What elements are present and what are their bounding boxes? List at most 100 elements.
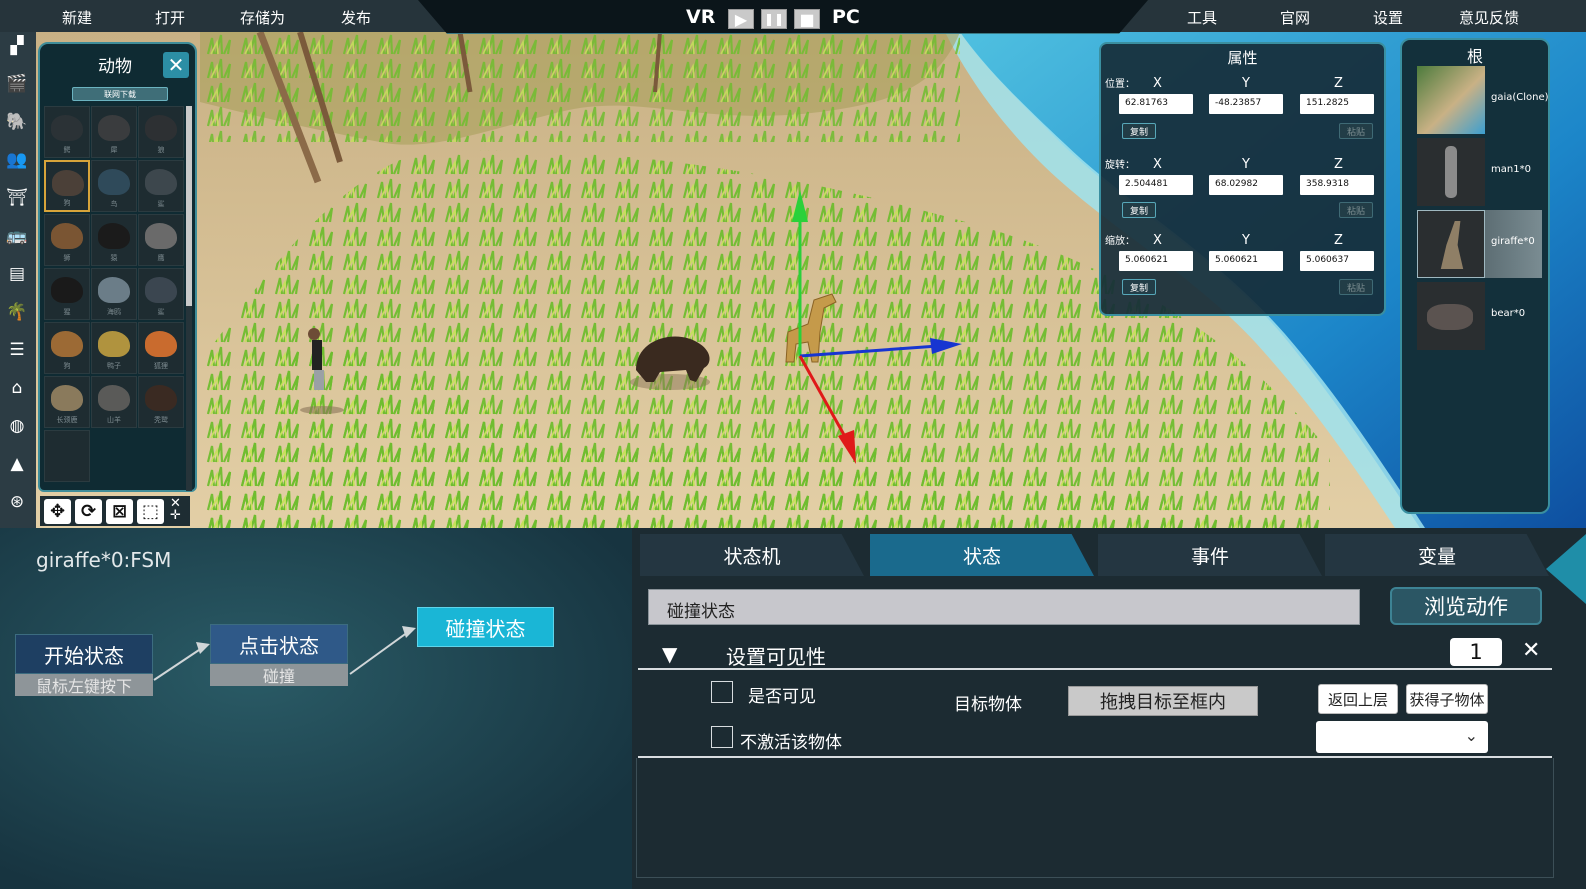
animal-grid-item[interactable]: 秃鹫 [138, 376, 184, 428]
paste-rotation-button[interactable]: 粘贴 [1339, 202, 1373, 218]
axis-z-label: Z [1334, 157, 1343, 172]
animal-grid-label: 鲨 [157, 308, 165, 316]
rect-tool-button[interactable]: ⬚ [137, 499, 164, 524]
panel-toggle-arrow[interactable] [1546, 534, 1586, 604]
globe-icon[interactable]: ◍ [5, 414, 29, 438]
menu-tools[interactable]: 工具 [1187, 7, 1217, 28]
fsm-node-start[interactable]: 开始状态 [15, 634, 153, 674]
animal-grid-item[interactable]: 狐狸 [138, 322, 184, 374]
collapse-triangle-icon[interactable]: ▼ [662, 642, 677, 666]
animal-grid-item[interactable]: 长颈鹿 [44, 376, 90, 428]
vr-mode-label[interactable]: VR [686, 6, 715, 28]
hierarchy-item-giraffe[interactable]: giraffe*0 [1417, 210, 1542, 278]
animal-grid-item[interactable]: 犀 [91, 106, 137, 158]
scrollbar-thumb[interactable] [186, 106, 192, 306]
menu-new[interactable]: 新建 [62, 7, 92, 28]
rotation-z-field[interactable]: 358.9318 [1300, 175, 1374, 195]
plant-icon[interactable]: 🌴 [5, 300, 29, 324]
animal-grid-item[interactable]: 猩 [44, 268, 90, 320]
scale-label: 缩放： [1105, 236, 1135, 247]
axis-x-label: X [1153, 233, 1162, 248]
position-z-field[interactable]: 151.2825 [1300, 94, 1374, 114]
copy-rotation-button[interactable]: 复制 [1122, 202, 1156, 218]
animal-grid-item[interactable]: 鲨 [138, 268, 184, 320]
paste-scale-button[interactable]: 粘贴 [1339, 279, 1373, 295]
hierarchy-item-bear[interactable]: bear*0 [1417, 282, 1542, 350]
get-child-button[interactable]: 获得子物体 [1406, 684, 1488, 714]
animal-grid-item[interactable]: 鳄 [44, 106, 90, 158]
collapse-icon[interactable]: ✕ ✛ [170, 497, 181, 522]
menu-open[interactable]: 打开 [155, 7, 185, 28]
hierarchy-item-gaia[interactable]: gaia(Clone) [1417, 66, 1549, 134]
giraffe-thumbnail [1417, 210, 1485, 278]
menu-website[interactable]: 官网 [1280, 7, 1310, 28]
fsm-graph-panel[interactable]: giraffe*0:FSM 开始状态 鼠标左键按下 点击状态 碰撞 碰撞状态 [0, 528, 632, 889]
animal-grid-item[interactable]: 狗 [44, 160, 90, 212]
tab-variables[interactable]: 变量 [1325, 534, 1549, 576]
document-icon[interactable]: ☰ [5, 338, 29, 362]
animal-grid-item[interactable]: 猿 [91, 214, 137, 266]
animal-grid-item[interactable]: 鹰 [138, 214, 184, 266]
building-icon[interactable]: ⛩ [5, 186, 29, 210]
menu-settings[interactable]: 设置 [1373, 7, 1403, 28]
tab-events[interactable]: 事件 [1098, 534, 1322, 576]
back-to-parent-button[interactable]: 返回上层 [1318, 684, 1398, 714]
tab-state-machine[interactable]: 状态机 [640, 534, 864, 576]
fsm-node-click-event[interactable]: 碰撞 [210, 664, 348, 686]
position-y-field[interactable]: -48.23857 [1209, 94, 1283, 114]
terrain-tool-icon[interactable]: ▞ [5, 34, 29, 58]
scale-x-field[interactable]: 5.060621 [1119, 251, 1193, 271]
animal-grid-item[interactable]: 狮 [44, 214, 90, 266]
close-panel-button[interactable]: ✕ [163, 52, 189, 78]
browse-actions-button[interactable]: 浏览动作 [1390, 587, 1542, 625]
pc-mode-label[interactable]: PC [832, 6, 860, 28]
move-tool-button[interactable]: ✥ [44, 499, 71, 524]
animal-grid-item[interactable] [44, 430, 90, 482]
visible-checkbox[interactable] [711, 681, 733, 703]
deactivate-checkbox[interactable] [711, 726, 733, 748]
scale-y-field[interactable]: 5.060621 [1209, 251, 1283, 271]
remove-action-icon[interactable]: ✕ [1522, 638, 1540, 663]
copy-scale-button[interactable]: 复制 [1122, 279, 1156, 295]
people-icon[interactable]: 👥 [5, 148, 29, 172]
drag-target-dropzone[interactable]: 拖拽目标至框内 [1068, 686, 1258, 716]
fsm-node-collision[interactable]: 碰撞状态 [417, 607, 554, 647]
animal-grid-item[interactable]: 狗 [44, 322, 90, 374]
animal-icon[interactable]: 🐘 [5, 110, 29, 134]
stop-button[interactable]: ■ [794, 9, 820, 29]
online-download-button[interactable]: 联网下载 [72, 87, 168, 101]
device-icon[interactable]: ▤ [5, 262, 29, 286]
rotation-y-field[interactable]: 68.02982 [1209, 175, 1283, 195]
animal-grid-item[interactable]: 鲨 [138, 160, 184, 212]
wheel-icon[interactable]: ⊛ [5, 490, 29, 514]
mountain-icon[interactable]: ▲ [5, 452, 29, 476]
vehicle-icon[interactable]: 🚌 [5, 224, 29, 248]
menu-save-as[interactable]: 存储为 [240, 7, 285, 28]
hierarchy-item-man[interactable]: man1*0 [1417, 138, 1542, 206]
play-button[interactable]: ▶ [728, 9, 754, 29]
paste-position-button[interactable]: 粘贴 [1339, 123, 1373, 139]
animal-grid-item[interactable]: 海鸥 [91, 268, 137, 320]
film-icon[interactable]: 🎬 [5, 72, 29, 96]
animal-grid-item[interactable]: 鸭子 [91, 322, 137, 374]
fsm-node-click[interactable]: 点击状态 [210, 624, 348, 664]
menu-publish[interactable]: 发布 [341, 7, 371, 28]
state-name-input[interactable]: 碰撞状态 [648, 589, 1360, 625]
rotation-x-field[interactable]: 2.504481 [1119, 175, 1193, 195]
menu-feedback[interactable]: 意见反馈 [1459, 7, 1519, 28]
tab-state[interactable]: 状态 [870, 534, 1094, 576]
pause-button[interactable]: ❚❚ [761, 9, 787, 29]
fsm-node-start-event[interactable]: 鼠标左键按下 [15, 674, 153, 696]
lamp-icon[interactable]: ⌂ [5, 376, 29, 400]
animal-grid-label: 狗 [63, 199, 71, 207]
animal-grid-item[interactable]: 山羊 [91, 376, 137, 428]
animal-grid-item[interactable]: 鸟 [91, 160, 137, 212]
rotate-tool-button[interactable]: ⟳ [75, 499, 102, 524]
position-x-field[interactable]: 62.81763 [1119, 94, 1193, 114]
child-object-dropdown[interactable]: ⌄ [1316, 721, 1488, 753]
scale-tool-button[interactable]: ⊠ [106, 499, 133, 524]
action-index-field[interactable]: 1 [1450, 638, 1502, 666]
animal-grid-item[interactable]: 狼 [138, 106, 184, 158]
copy-position-button[interactable]: 复制 [1122, 123, 1156, 139]
scale-z-field[interactable]: 5.060637 [1300, 251, 1374, 271]
